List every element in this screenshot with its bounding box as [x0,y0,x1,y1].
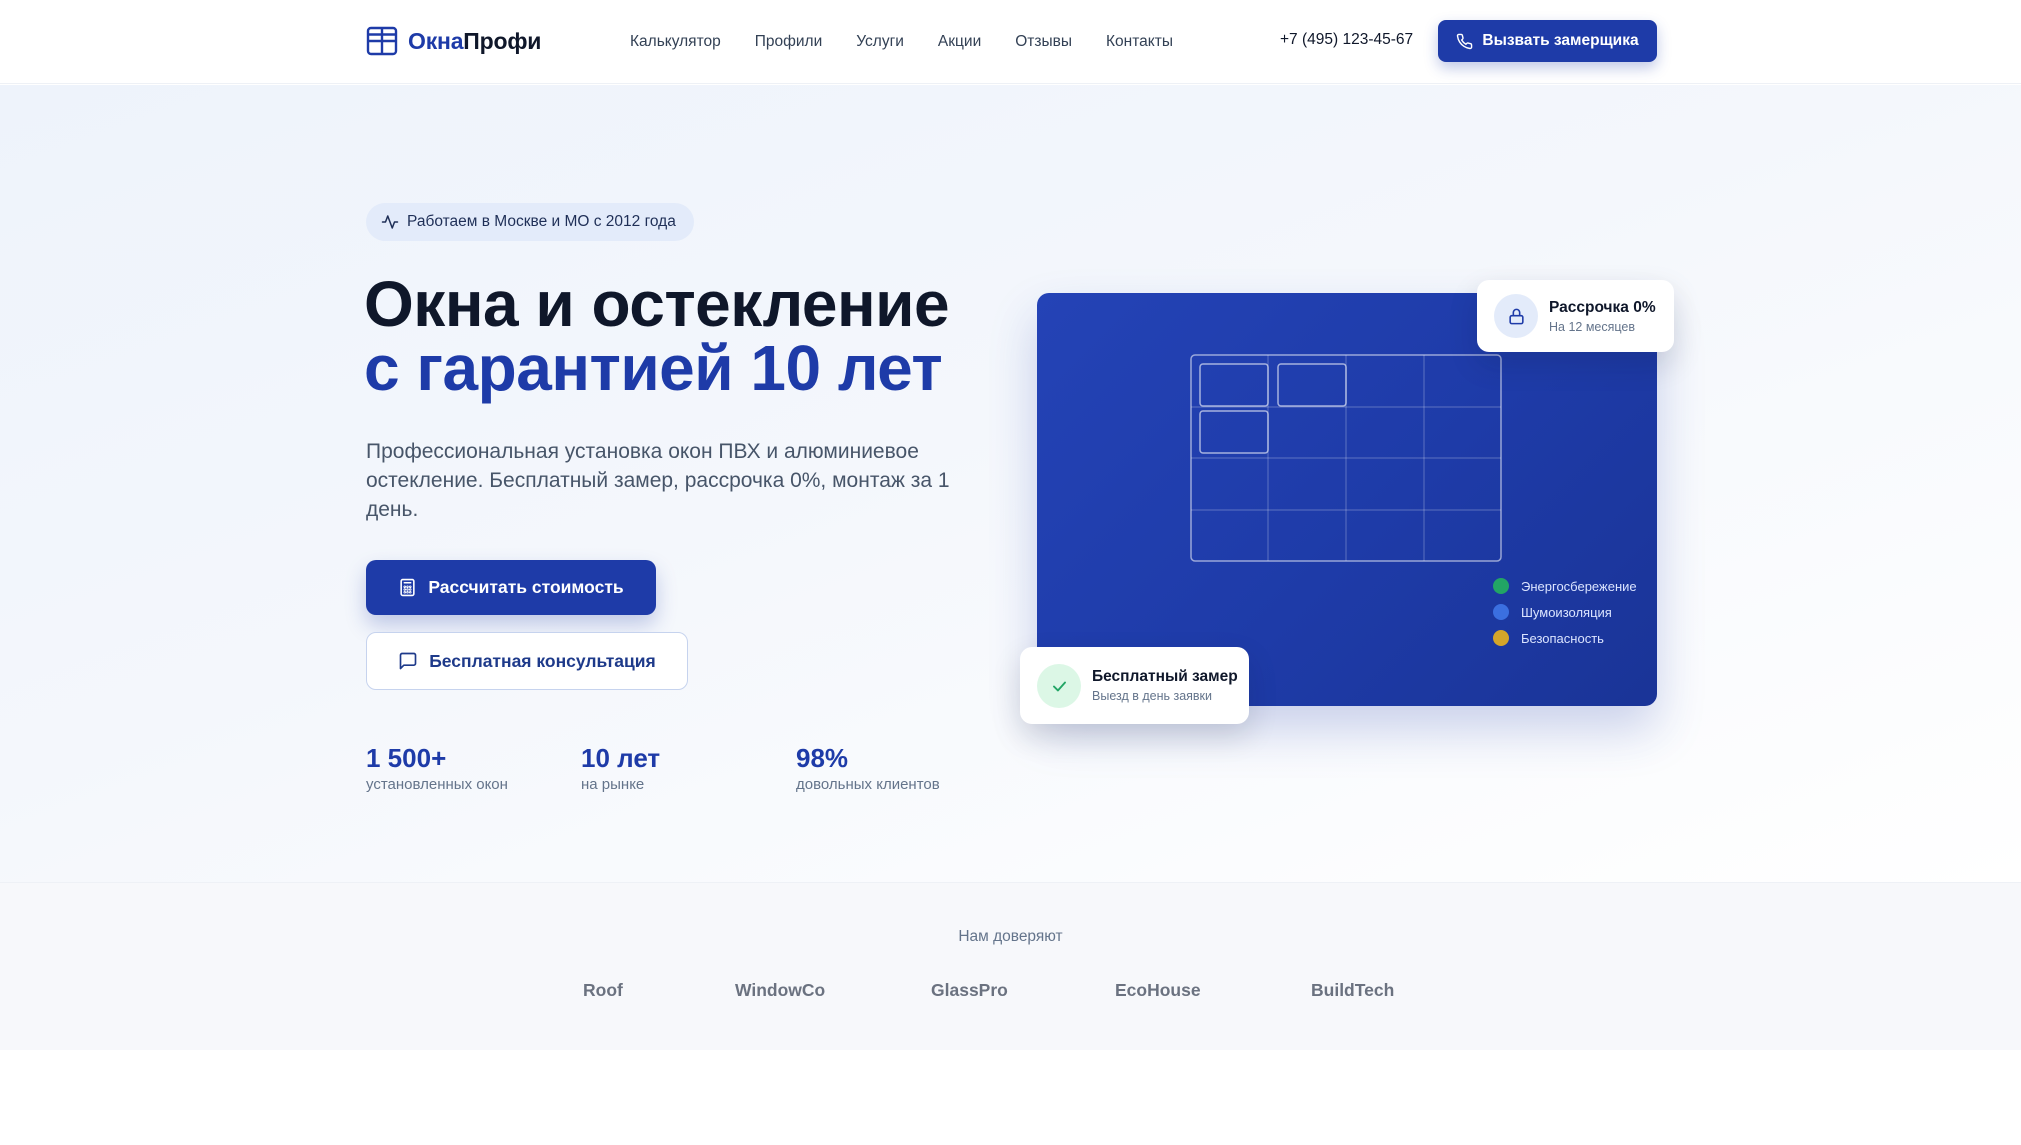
chat-icon [399,652,417,670]
nav-link-promotions[interactable]: Акции [938,33,981,51]
main-nav: Калькулятор Профили Услуги Акции Отзывы … [630,0,1173,84]
call-measurer-button[interactable]: Вызвать замерщика [1438,20,1657,62]
yellow-dot-icon [1493,630,1509,646]
brand-logo: EcoHouse [1115,980,1201,1000]
logo[interactable]: ОкнаПрофи [366,25,541,57]
brand-logo: Roof [583,980,623,1000]
logo-text: ОкнаПрофи [408,27,542,54]
features-legend: Энергосбережение Шумоизоляция Безопаснос… [1493,573,1637,651]
legend-label: Шумоизоляция [1521,604,1612,620]
hero-illustration-card: Энергосбережение Шумоизоляция Безопаснос… [1037,293,1657,706]
trust-title: Нам доверяют [958,928,1063,945]
brand-logo: BuildTech [1311,980,1395,1000]
stat-label: довольных клиентов [796,776,940,793]
nav-link-contacts[interactable]: Контакты [1106,33,1173,51]
installment-float-card: Рассрочка 0% На 12 месяцев [1477,280,1674,352]
installment-subtitle: На 12 месяцев [1549,320,1636,334]
check-icon [1037,664,1081,708]
region-badge-text: Работаем в Москве и МО с 2012 года [407,213,676,230]
phone-link[interactable]: +7 (495) 123-45-67 [1280,31,1413,49]
call-measurer-label: Вызвать замерщика [1482,32,1639,49]
green-dot-icon [1493,578,1509,594]
stat-satisfaction: 98% довольных клиентов [796,742,940,793]
nav-link-profiles[interactable]: Профили [755,33,823,51]
stat-value: 1 500+ [366,743,447,773]
nav-link-services[interactable]: Услуги [856,33,904,51]
legend-item: Энергосбережение [1493,573,1637,599]
hero-title-line1: Окна и остекление [364,268,950,340]
free-measure-float-card: Бесплатный замер Выезд в день заявки [1020,647,1249,724]
site-header: ОкнаПрофи Калькулятор Профили Услуги Акц… [0,0,2021,84]
legend-item: Шумоизоляция [1493,599,1637,625]
calculate-cost-button[interactable]: Рассчитать стоимость [366,560,656,615]
legend-item: Безопасность [1493,625,1637,651]
lock-icon [1494,294,1538,338]
stat-years: 10 лет на рынке [581,742,660,793]
hero-title-line2: с гарантией 10 лет [364,332,943,404]
stat-value: 10 лет [581,743,661,773]
free-consultation-button[interactable]: Бесплатная консультация [366,632,688,690]
phone-icon [1457,33,1473,49]
activity-icon [381,215,399,229]
region-badge: Работаем в Москве и МО с 2012 года [366,203,694,241]
free-measure-title: Бесплатный замер [1092,668,1238,685]
nav-link-calculator[interactable]: Калькулятор [630,33,721,51]
free-consultation-label: Бесплатная консультация [429,650,656,671]
window-frame-illustration [1190,354,1502,562]
legend-label: Безопасность [1521,630,1604,646]
calculator-icon [400,578,415,597]
stat-label: установленных окон [366,776,508,793]
legend-label: Энергосбережение [1521,578,1637,594]
brand-logo: GlassPro [931,980,1008,1000]
blue-dot-icon [1493,604,1509,620]
nav-link-reviews[interactable]: Отзывы [1015,33,1072,51]
window-grid-icon [366,26,398,56]
trust-section: Нам доверяют Roof WindowCo GlassPro EcoH… [0,882,2021,1050]
hero-section [0,85,2021,882]
installment-title: Рассрочка 0% [1549,299,1656,316]
stat-value: 98% [796,743,849,773]
brand-logo: WindowCo [735,980,826,1000]
stat-label: на рынке [581,776,645,793]
stat-installed: 1 500+ установленных окон [366,742,508,793]
hero-lead: Профессиональная установка окон ПВХ и ал… [366,440,950,521]
free-measure-subtitle: Выезд в день заявки [1092,689,1213,703]
calculate-cost-label: Рассчитать стоимость [428,577,624,597]
